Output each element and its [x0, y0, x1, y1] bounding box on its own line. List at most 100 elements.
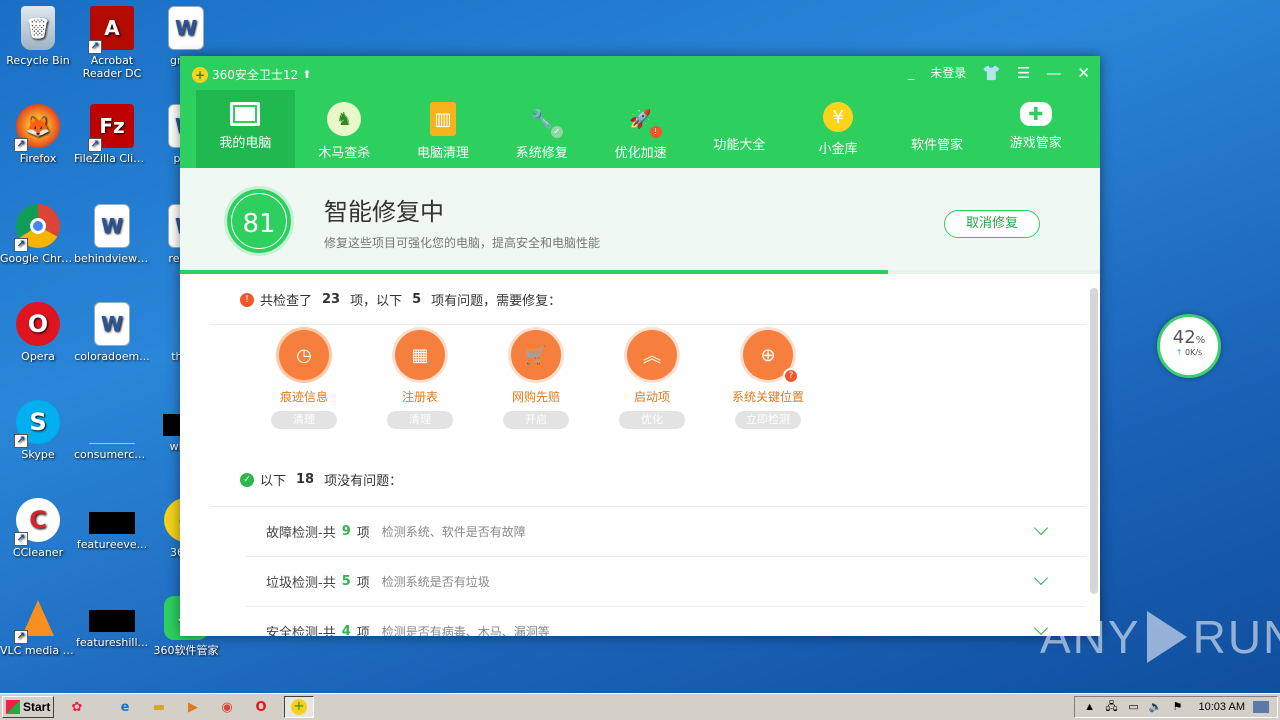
- network-speed-widget[interactable]: 42% ↑ 0K/s: [1157, 314, 1221, 378]
- chevron-down-icon[interactable]: [1033, 520, 1049, 536]
- desktop-icon-acrobat[interactable]: A ↗ Acrobat Reader DC: [74, 6, 150, 80]
- menu-icon[interactable]: ☰: [1017, 65, 1030, 81]
- start-button[interactable]: Start: [2, 696, 54, 718]
- word-doc-icon: W: [94, 302, 130, 346]
- desktop-icon-vlc[interactable]: ↗ VLC media player: [0, 596, 76, 657]
- issue-shopping-protect[interactable]: 🛒 网购先赔 开启: [478, 330, 594, 429]
- show-desktop-icon[interactable]: [1253, 701, 1269, 713]
- volume-icon[interactable]: 🔈: [1149, 700, 1163, 714]
- gamepad-icon: ✚: [1019, 102, 1052, 126]
- ie-icon[interactable]: e: [114, 696, 136, 718]
- chrome-taskbar-icon[interactable]: ◉: [216, 696, 238, 718]
- check-row-security[interactable]: 安全检测-共 4 项 检测是否有病毒、木马、漏洞等: [266, 606, 1049, 636]
- ccleaner-icon: C ↗: [14, 498, 60, 546]
- nav-game-manager[interactable]: ✚ 游戏管家: [986, 90, 1085, 168]
- desktop-icon-coloradoem[interactable]: W coloradoem...: [74, 302, 150, 363]
- broom-icon: ▥: [429, 102, 456, 136]
- shortcut-arrow-icon: ↗: [14, 434, 28, 448]
- file-icon: [89, 512, 135, 534]
- nav-software-manager[interactable]: 软件管家: [888, 90, 987, 168]
- desktop-icon-opera[interactable]: O Opera: [0, 302, 76, 363]
- nav-system-repair[interactable]: 🔧 ✓ 系统修复: [492, 90, 591, 168]
- problem-count: 5: [412, 292, 422, 307]
- window-controls: _ 未登录 👕 ☰ — ✕: [908, 64, 1090, 81]
- check-desc: 检测系统、软件是否有故障: [381, 524, 526, 539]
- firefox-icon: 🦊 ↗: [14, 104, 60, 152]
- acrobat-icon: A ↗: [88, 6, 134, 54]
- nav-trojan-scan[interactable]: ♞ 木马查杀: [295, 90, 394, 168]
- login-link[interactable]: 未登录: [930, 64, 966, 81]
- desktop-icon-featureshill[interactable]: featureshill...: [74, 596, 150, 649]
- desktop-icon-chrome[interactable]: ↗ Google Chrome: [0, 204, 76, 265]
- nav-features[interactable]: 功能大全: [690, 90, 789, 168]
- desktop-icon-behindviews[interactable]: W behindviews...: [74, 204, 150, 265]
- nav-label: 我的电脑: [219, 136, 272, 151]
- nav-label: 游戏管家: [1009, 136, 1062, 151]
- nav-treasury[interactable]: ¥ 小金库: [789, 90, 888, 168]
- status-subtitle: 修复这些项目可强化您的电脑，提高安全和电脑性能: [324, 236, 601, 250]
- chrome-icon: ↗: [14, 204, 60, 252]
- issue-label: 启动项: [633, 390, 670, 404]
- flag-icon[interactable]: ⚑: [1171, 700, 1185, 714]
- multicolor-app-icon[interactable]: ✿: [66, 696, 88, 718]
- nav-cleanup[interactable]: ▥ 电脑清理: [394, 90, 493, 168]
- issue-action-button[interactable]: 开启: [503, 411, 569, 429]
- close-icon[interactable]: ✕: [1077, 65, 1090, 81]
- tools-icon: 🔧 ✓: [525, 102, 563, 138]
- issue-label: 痕迹信息: [279, 390, 328, 404]
- desktop-icon-ccleaner[interactable]: C ↗ CCleaner: [0, 498, 76, 559]
- upload-arrow-icon: ↑: [1175, 348, 1183, 357]
- check-row-fault[interactable]: 故障检测-共 9 项 检测系统、软件是否有故障: [266, 506, 1049, 556]
- nav-label: 软件管家: [910, 138, 963, 153]
- issue-action-button[interactable]: 清理: [387, 411, 453, 429]
- file-icon: [89, 610, 135, 632]
- issue-label: 注册表: [401, 390, 438, 404]
- cancel-repair-button[interactable]: 取消修复: [944, 210, 1040, 238]
- nav-label: 优化加速: [614, 146, 667, 161]
- system-tray: ▲ 🖧 ▭ 🔈 ⚑ 10:03 AM: [1073, 696, 1278, 718]
- issue-action-button[interactable]: 立即检测: [735, 411, 801, 429]
- nav-my-computer[interactable]: 我的电脑: [196, 90, 295, 168]
- check-unit: 项: [356, 575, 370, 591]
- network-icon[interactable]: 🖧: [1105, 700, 1119, 714]
- media-player-icon[interactable]: ▶: [182, 696, 204, 718]
- minimize-small-button[interactable]: _: [908, 66, 914, 80]
- shortcut-arrow-icon: ↗: [14, 532, 28, 546]
- checked-count: 23: [322, 292, 341, 307]
- registry-icon: ▦: [395, 330, 445, 380]
- shortcut-arrow-icon: ↗: [14, 238, 28, 252]
- skype-icon: S ↗: [14, 400, 60, 448]
- desktop-icon-featureeve[interactable]: featureeve...: [74, 498, 150, 551]
- issue-action-button[interactable]: 优化: [619, 411, 685, 429]
- watermark-left: ANY: [1040, 611, 1141, 663]
- alert-icon: !: [240, 292, 254, 307]
- skin-icon[interactable]: 👕: [982, 65, 1001, 81]
- minimize-icon[interactable]: —: [1046, 65, 1061, 81]
- nav-optimize[interactable]: 🚀! 优化加速: [591, 90, 690, 168]
- nav-label: 电脑清理: [416, 146, 469, 161]
- desktop-icon-firefox[interactable]: 🦊 ↗ Firefox: [0, 104, 76, 165]
- battery-icon[interactable]: ▭: [1127, 700, 1141, 714]
- tray-expand-icon[interactable]: ▲: [1083, 700, 1097, 714]
- issue-startup[interactable]: ︽ 启动项 优化: [594, 330, 710, 429]
- 360-taskbar-icon[interactable]: +: [284, 696, 314, 718]
- desktop-icon-skype[interactable]: S ↗ Skype: [0, 400, 76, 461]
- folder-icon[interactable]: ▬: [148, 696, 170, 718]
- issue-traces[interactable]: ◷ 痕迹信息 清理: [246, 330, 362, 429]
- chevron-down-icon[interactable]: [1033, 570, 1049, 586]
- issue-action-button[interactable]: 清理: [271, 411, 337, 429]
- check-row-junk[interactable]: 垃圾检测-共 5 项 检测系统是否有垃圾: [266, 556, 1049, 606]
- issue-list: ◷ 痕迹信息 清理 ▦ 注册表 清理 🛒 网购先赔 开启 ︽ 启动项 优化 ⊕?: [246, 330, 826, 429]
- cart-icon: 🛒: [511, 330, 561, 380]
- upgrade-arrow-icon[interactable]: ⬆: [302, 68, 311, 81]
- scrollbar[interactable]: [1090, 288, 1098, 594]
- issue-registry[interactable]: ▦ 注册表 清理: [362, 330, 478, 429]
- desktop-icon-consumerco[interactable]: consumerco...: [74, 400, 150, 461]
- file-icon: [89, 400, 135, 444]
- opera-taskbar-icon[interactable]: O: [250, 696, 272, 718]
- issue-key-locations[interactable]: ⊕? 系统关键位置 立即检测: [710, 330, 826, 429]
- check-count: 9: [341, 523, 351, 539]
- desktop-icon-recycle-bin[interactable]: 🗑 Recycle Bin: [0, 6, 76, 67]
- desktop-icon-filezilla[interactable]: Fz ↗ FileZilla Client: [74, 104, 150, 165]
- clock[interactable]: 10:03 AM: [1199, 701, 1245, 713]
